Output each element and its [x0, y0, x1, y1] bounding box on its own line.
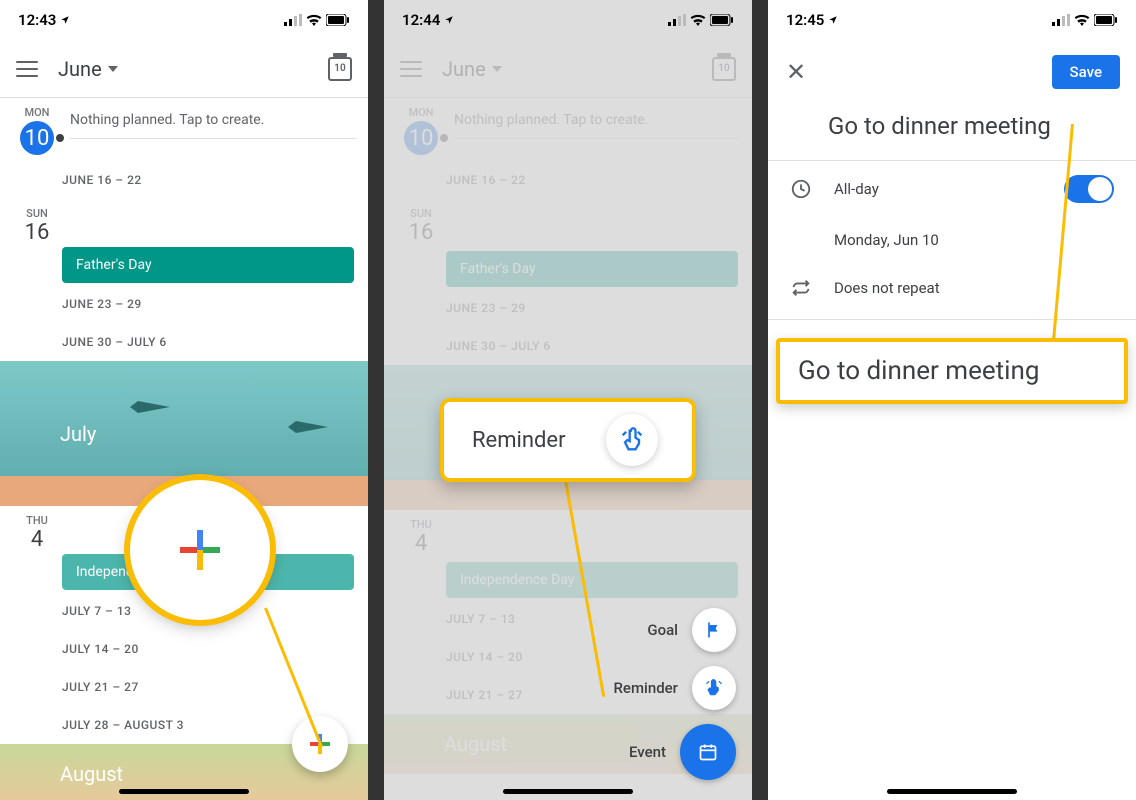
repeat-icon — [790, 277, 812, 299]
battery-icon — [1094, 14, 1118, 26]
clock-time: 12:43 — [18, 11, 56, 29]
clock-time: 12:45 — [786, 11, 824, 29]
day-name: MON — [12, 106, 62, 119]
calendar-header: June 10 — [384, 40, 752, 98]
month-banner-label: August — [60, 762, 123, 786]
all-day-label: All-day — [834, 180, 879, 198]
status-icons — [668, 14, 734, 26]
reminder-title-input[interactable]: Go to dinner meeting — [768, 104, 1136, 161]
week-label: JUNE 23 – 29 — [0, 285, 368, 323]
all-day-row[interactable]: All-day — [768, 161, 1136, 217]
repeat-label: Does not repeat — [834, 279, 940, 297]
calendar-icon — [698, 742, 718, 762]
day-name: THU — [12, 514, 62, 527]
week-label: JULY 14 – 20 — [0, 630, 368, 668]
callout-reminder-highlight: Reminder — [440, 398, 696, 482]
location-icon — [828, 15, 838, 25]
chevron-down-icon — [108, 66, 118, 72]
week-label: JUNE 30 – JULY 6 — [0, 323, 368, 361]
flag-icon — [704, 620, 724, 640]
goal-button[interactable] — [692, 608, 736, 652]
dial-label: Event — [629, 743, 666, 761]
day-number: 16 — [12, 220, 62, 245]
reminder-finger-icon — [618, 426, 646, 454]
day-row[interactable]: SUN 16 — [0, 199, 368, 245]
dial-label: Reminder — [613, 679, 678, 697]
clock-icon — [790, 178, 812, 200]
home-indicator[interactable] — [503, 789, 633, 794]
date-row[interactable]: Monday, Jun 10 — [768, 217, 1136, 263]
day-name: SUN — [12, 207, 62, 220]
event-chip-fathers-day[interactable]: Father's Day — [62, 247, 354, 283]
speed-dial-menu: Goal Reminder Event — [613, 608, 736, 780]
reminder-button[interactable] — [692, 666, 736, 710]
phone-panel-1: 12:43 June 10 MON 10 Nothing planned. Ta… — [0, 0, 368, 800]
nothing-planned-text[interactable]: Nothing planned. Tap to create. — [70, 106, 356, 139]
reminder-tap-icon-circle — [606, 414, 658, 466]
signal-icon — [284, 14, 302, 26]
home-indicator[interactable] — [887, 789, 1017, 794]
status-icons — [284, 14, 350, 26]
battery-icon — [326, 14, 350, 26]
status-icons — [1052, 14, 1118, 26]
wifi-icon — [690, 14, 706, 26]
home-indicator[interactable] — [119, 789, 249, 794]
status-bar: 12:44 — [384, 0, 752, 40]
day-number-today: 10 — [20, 121, 54, 155]
divider — [768, 319, 1136, 320]
wifi-icon — [1074, 14, 1090, 26]
signal-icon — [1052, 14, 1070, 26]
month-dropdown: June — [442, 57, 692, 81]
signal-icon — [668, 14, 686, 26]
phone-panel-3: 12:45 ✕ Save Go to dinner meeting All-da… — [768, 0, 1136, 800]
repeat-row[interactable]: Does not repeat — [768, 263, 1136, 313]
close-icon[interactable]: ✕ — [784, 58, 808, 86]
event-button[interactable] — [680, 724, 736, 780]
plus-icon — [180, 530, 220, 570]
edit-reminder-header: ✕ Save — [768, 40, 1136, 104]
week-label: JUNE 16 – 22 — [0, 161, 368, 199]
dial-label: Goal — [647, 621, 678, 639]
date-label: Monday, Jun 10 — [834, 231, 939, 249]
day-row-today[interactable]: MON 10 Nothing planned. Tap to create. — [0, 98, 368, 161]
today-icon: 10 — [712, 57, 736, 81]
save-button[interactable]: Save — [1052, 55, 1120, 89]
reminder-finger-icon — [704, 678, 724, 698]
callout-label: Reminder — [472, 428, 566, 453]
phone-panel-2: 12:44 June 10 MON10Nothing planned. Tap … — [384, 0, 752, 800]
month-banner-label: July — [60, 422, 96, 446]
menu-icon[interactable] — [16, 61, 38, 77]
wifi-icon — [306, 14, 322, 26]
menu-icon — [400, 61, 422, 77]
callout-fab-highlight — [130, 480, 270, 620]
month-dropdown[interactable]: June — [58, 57, 308, 81]
day-number: 4 — [12, 527, 62, 552]
location-icon — [60, 15, 70, 25]
dial-item-goal[interactable]: Goal — [647, 608, 736, 652]
clock-time: 12:44 — [402, 11, 440, 29]
today-icon[interactable]: 10 — [328, 57, 352, 81]
location-icon — [444, 15, 454, 25]
status-bar: 12:45 — [768, 0, 1136, 40]
calendar-header: June 10 — [0, 40, 368, 98]
dial-item-event[interactable]: Event — [629, 724, 736, 780]
status-bar: 12:43 — [0, 0, 368, 40]
agenda-list[interactable]: MON 10 Nothing planned. Tap to create. J… — [0, 98, 368, 800]
battery-icon — [710, 14, 734, 26]
week-label: JULY 21 – 27 — [0, 668, 368, 706]
dial-item-reminder[interactable]: Reminder — [613, 666, 736, 710]
all-day-toggle[interactable] — [1064, 175, 1114, 203]
month-label: June — [58, 57, 102, 81]
callout-title-highlight: Go to dinner meeting — [776, 338, 1128, 404]
